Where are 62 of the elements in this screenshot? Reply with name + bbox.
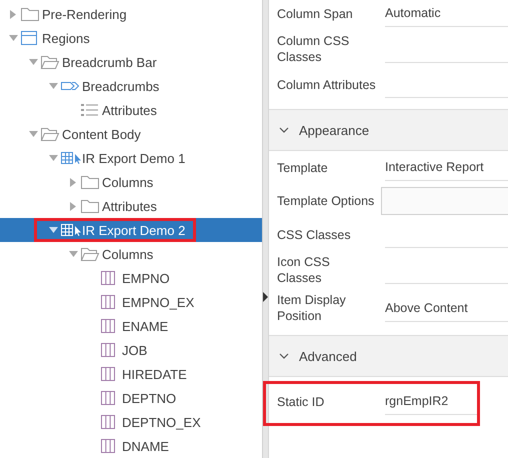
tree-item[interactable]: IR Export Demo 1: [0, 146, 262, 170]
value-field[interactable]: Interactive Report: [385, 154, 508, 181]
property-label: Item Display Position: [277, 292, 347, 324]
column-icon: [100, 366, 116, 382]
open-folder-icon: [80, 246, 100, 262]
table-cursor-icon: [60, 151, 82, 165]
table-cursor-icon: [60, 223, 82, 237]
tree-item-label[interactable]: IR Export Demo 2: [82, 222, 186, 238]
splitter[interactable]: [262, 0, 268, 458]
value-field[interactable]: rgnEmpIR2: [385, 388, 477, 415]
tree-item[interactable]: HIREDATE: [0, 362, 262, 386]
property-label: Static ID: [277, 394, 326, 410]
chevron-down-icon[interactable]: [279, 127, 289, 133]
column-icon: [100, 414, 116, 430]
column-icon: [100, 318, 116, 334]
tree-item[interactable]: Pre-Rendering: [0, 2, 262, 26]
tree-item[interactable]: EMPNO: [0, 266, 262, 290]
tree-item[interactable]: DNAME: [0, 434, 262, 458]
expand-arrow-icon[interactable]: [70, 202, 76, 210]
folder-icon: [80, 174, 100, 190]
column-icon: [100, 342, 116, 358]
folder-icon: [20, 6, 40, 22]
open-folder-icon: [40, 126, 60, 142]
column-icon: [100, 390, 116, 406]
tree-item[interactable]: JOB: [0, 338, 262, 362]
property-label: CSS Classes: [277, 226, 352, 242]
tree-item[interactable]: Columns: [0, 170, 262, 194]
tree-item[interactable]: Content Body: [0, 122, 262, 146]
tree-item[interactable]: DEPTNO_EX: [0, 410, 262, 434]
tree-item[interactable]: IR Export Demo 2: [0, 218, 262, 242]
property-label: Column Attributes: [277, 76, 377, 92]
tree-item[interactable]: EMPNO_EX: [0, 290, 262, 314]
tree-item[interactable]: Breadcrumb Bar: [0, 50, 262, 74]
window-icon: [20, 30, 38, 46]
breadcrumb-icon: [60, 80, 82, 92]
tree-item[interactable]: Attributes: [0, 194, 262, 218]
section-header[interactable]: Advanced: [269, 335, 508, 377]
expand-arrow-icon[interactable]: [70, 178, 76, 186]
tree-item[interactable]: ENAME: [0, 314, 262, 338]
open-folder-icon: [40, 54, 60, 70]
value-field[interactable]: Above Content: [385, 294, 508, 322]
tree-item[interactable]: Breadcrumbs: [0, 74, 262, 98]
property-label: Column Span: [277, 6, 354, 22]
folder-icon: [80, 198, 100, 214]
column-icon: [100, 438, 116, 454]
tree-item[interactable]: Regions: [0, 26, 262, 50]
property-label: Column CSS Classes: [277, 33, 350, 65]
tree-item[interactable]: DEPTNO: [0, 386, 262, 410]
tree-item[interactable]: Attributes: [0, 98, 262, 122]
property-label: Template Options: [277, 193, 376, 209]
options-field[interactable]: [381, 187, 508, 215]
expand-arrow-icon[interactable]: [10, 10, 16, 18]
value-field[interactable]: Automatic: [385, 0, 508, 27]
collapse-arrow-icon[interactable]: [263, 292, 268, 302]
property-label: Template: [277, 160, 329, 176]
column-icon: [100, 294, 116, 310]
list-icon: [80, 102, 100, 118]
property-label: Icon CSS Classes: [277, 254, 331, 286]
section-header[interactable]: Appearance: [269, 109, 508, 151]
column-icon: [100, 270, 116, 286]
chevron-down-icon[interactable]: [279, 353, 289, 359]
tree-item[interactable]: Columns: [0, 242, 262, 266]
